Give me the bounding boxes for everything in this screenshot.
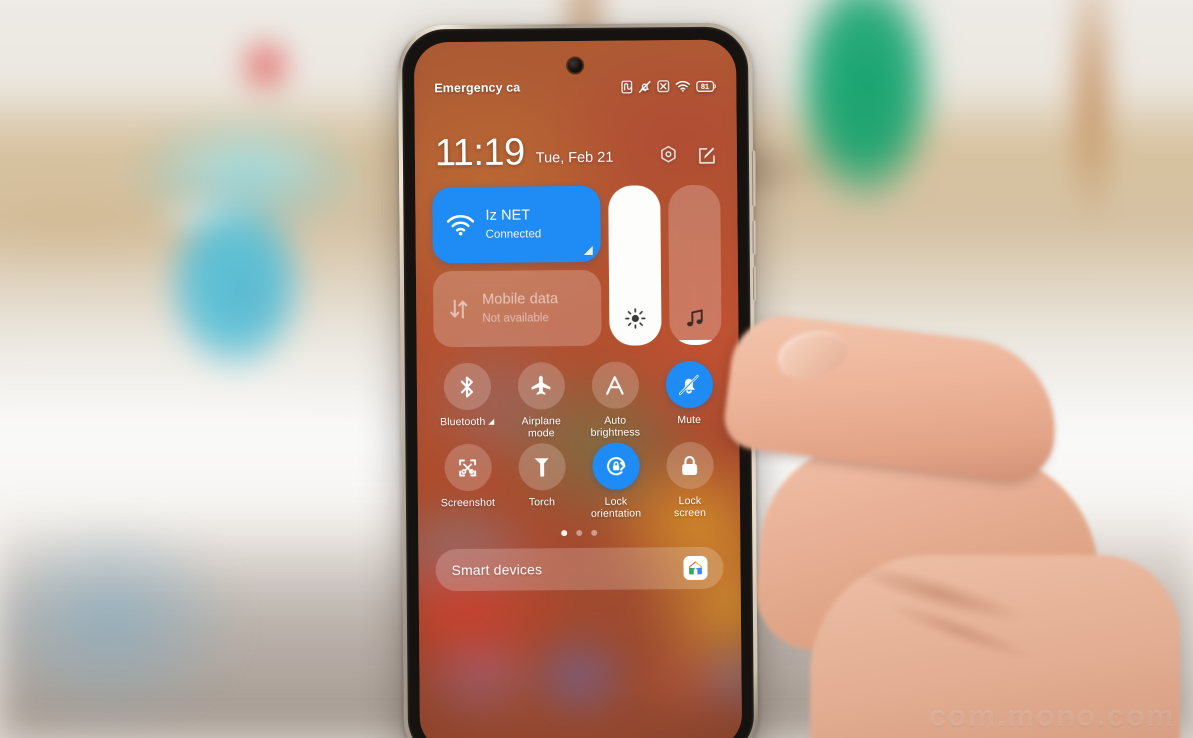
edit-square-icon[interactable] bbox=[697, 145, 717, 165]
photo-scene: Emergency ca 81 11:19 Tue, Feb 21 Iz NET… bbox=[0, 0, 1193, 738]
toggle-screenshot[interactable]: Screenshot bbox=[434, 443, 501, 522]
toggle-lock-orientation-label-wrap: Lock orientation bbox=[591, 496, 641, 521]
airplane-icon bbox=[529, 374, 553, 398]
toggle-bluetooth[interactable]: Bluetooth bbox=[434, 362, 501, 441]
status-icons-group: 81 bbox=[621, 79, 716, 93]
toggle-airplane-label: Airplane mode bbox=[521, 415, 561, 440]
toggle-bluetooth-label-wrap: Bluetooth bbox=[440, 415, 495, 429]
toggle-auto-brightness-circle[interactable] bbox=[591, 361, 639, 409]
mobile-data-icon bbox=[447, 297, 471, 321]
page-dot-3[interactable] bbox=[591, 530, 598, 537]
mobile-data-tile[interactable]: Mobile data Not available bbox=[432, 269, 602, 348]
mobile-data-tile-text: Mobile data Not available bbox=[482, 290, 587, 327]
power-button[interactable] bbox=[751, 150, 757, 207]
volume-down-button[interactable] bbox=[752, 266, 758, 301]
page-dot-2[interactable] bbox=[576, 530, 583, 537]
bluetooth-icon bbox=[456, 374, 478, 398]
watermark: com.mono.com bbox=[929, 700, 1175, 733]
mobile-data-title: Mobile data bbox=[482, 291, 559, 308]
toggle-auto-brightness-label-wrap: Auto brightness bbox=[590, 414, 641, 439]
volume-up-button[interactable] bbox=[752, 220, 757, 255]
carrier-label: Emergency ca bbox=[434, 80, 521, 96]
quick-toggle-row-2: Screenshot Torch Lock orientation Lock s… bbox=[434, 441, 723, 522]
toggle-torch[interactable]: Torch bbox=[508, 443, 575, 521]
hand-holding-phone bbox=[700, 310, 1193, 738]
brightness-sun-icon bbox=[609, 307, 661, 329]
toggle-torch-label-wrap: Torch bbox=[529, 496, 555, 508]
battery-percent-label: 81 bbox=[700, 81, 709, 91]
wifi-expand-corner-icon[interactable] bbox=[583, 245, 593, 255]
smart-devices-label: Smart devices bbox=[451, 561, 543, 579]
front-camera-punch-hole bbox=[567, 57, 583, 74]
toggle-screenshot-circle[interactable] bbox=[443, 443, 492, 492]
toggle-mute-label-wrap: Mute bbox=[677, 414, 701, 426]
background-blue-blur bbox=[0, 520, 240, 720]
wifi-tile[interactable]: Iz NET Connected bbox=[432, 185, 601, 264]
quick-toggle-row-1: Bluetooth Airplane mode Auto brightness … bbox=[434, 360, 723, 441]
toggle-torch-label: Torch bbox=[528, 496, 556, 509]
screenshot-scissors-icon bbox=[456, 455, 480, 479]
nfc-icon bbox=[621, 80, 633, 93]
toggle-auto-brightness[interactable]: Auto brightness bbox=[582, 361, 649, 439]
padlock-icon bbox=[679, 454, 701, 478]
toggle-bluetooth-circle[interactable] bbox=[443, 362, 491, 411]
fingernail bbox=[773, 323, 853, 386]
toggle-lock-orientation[interactable]: Lock orientation bbox=[582, 442, 649, 521]
wifi-tile-text: Iz NET Connected bbox=[485, 206, 586, 243]
control-center-panel: Iz NET Connected Mobile data Not availab… bbox=[432, 184, 724, 592]
toggle-lock-orientation-label: Lock orientation bbox=[590, 495, 642, 521]
smart-devices-card[interactable]: Smart devices bbox=[435, 546, 724, 592]
toggle-mute-label: Mute bbox=[677, 413, 702, 427]
toggle-airplane-mode[interactable]: Airplane mode bbox=[508, 362, 575, 440]
no-sim-icon bbox=[657, 80, 670, 93]
volume-slider[interactable] bbox=[668, 184, 722, 346]
battery-icon: 81 bbox=[696, 80, 716, 92]
toggle-screenshot-label: Screenshot bbox=[440, 496, 496, 510]
settings-hexagon-icon[interactable] bbox=[658, 145, 679, 166]
silent-mode-icon bbox=[638, 80, 651, 93]
toggle-auto-brightness-label: Auto brightness bbox=[590, 414, 641, 439]
auto-brightness-a-icon bbox=[603, 373, 627, 397]
wifi-icon bbox=[446, 214, 475, 236]
toggle-airplane-label-wrap: Airplane mode bbox=[522, 415, 562, 439]
bell-slash-icon bbox=[677, 372, 701, 396]
bluetooth-expand-arrow-icon[interactable] bbox=[488, 418, 495, 425]
rotation-lock-icon bbox=[603, 454, 628, 479]
top-tiles-grid: Iz NET Connected Mobile data Not availab… bbox=[432, 184, 722, 348]
clock-time: 11:19 bbox=[434, 131, 525, 175]
flashlight-icon bbox=[532, 455, 552, 479]
wifi-ssid-label: Iz NET bbox=[485, 207, 531, 224]
lockscreen-header: 11:19 Tue, Feb 21 bbox=[434, 131, 717, 175]
toggle-airplane-circle[interactable] bbox=[517, 362, 565, 410]
clock-date: Tue, Feb 21 bbox=[535, 149, 614, 167]
toggle-lock-orientation-circle[interactable] bbox=[591, 442, 640, 491]
page-dot-1[interactable] bbox=[561, 530, 568, 537]
music-note-icon bbox=[669, 308, 721, 329]
wifi-status-label: Connected bbox=[485, 228, 542, 241]
toggle-bluetooth-label: Bluetooth bbox=[440, 415, 486, 429]
phone-screen[interactable]: Emergency ca 81 11:19 Tue, Feb 21 Iz NET… bbox=[413, 39, 743, 738]
toggle-screenshot-label-wrap: Screenshot bbox=[441, 497, 495, 510]
wifi-icon bbox=[675, 80, 691, 92]
brightness-slider[interactable] bbox=[608, 185, 662, 346]
page-indicator-dots bbox=[435, 529, 723, 538]
status-bar: Emergency ca 81 bbox=[414, 77, 736, 98]
big-tiles-column: Iz NET Connected Mobile data Not availab… bbox=[432, 185, 602, 348]
header-actions bbox=[658, 145, 717, 167]
index-finger bbox=[720, 310, 1066, 486]
toggle-torch-circle[interactable] bbox=[517, 443, 566, 491]
quick-toggles: Bluetooth Airplane mode Auto brightness … bbox=[434, 360, 724, 538]
mobile-data-status-label: Not available bbox=[482, 312, 549, 325]
